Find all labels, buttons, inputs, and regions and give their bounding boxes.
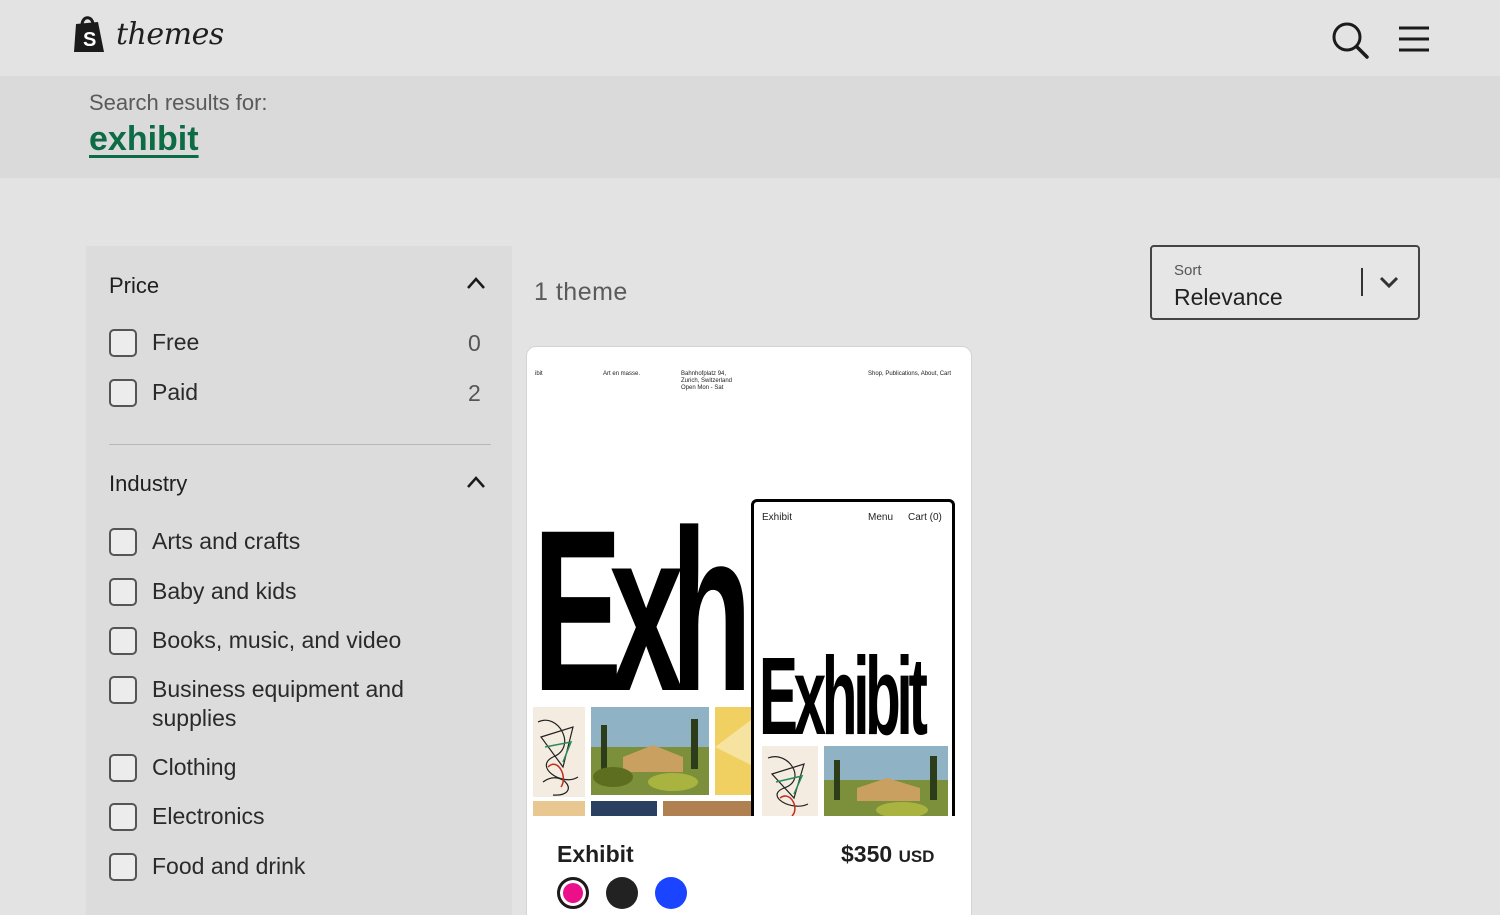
logo-text: themes (116, 16, 224, 52)
filter-option-electronics[interactable]: Electronics (109, 802, 442, 831)
filter-option-baby-and-kids[interactable]: Baby and kids (109, 577, 442, 606)
shopify-bag-icon: S (74, 16, 104, 52)
search-query-link[interactable]: exhibit (89, 120, 199, 159)
filter-option-label: Free (152, 329, 200, 355)
theme-name[interactable]: Exhibit (557, 841, 634, 868)
mobile-nav-cart: Cart (0) (908, 512, 942, 523)
price-currency: USD (898, 847, 935, 866)
industry-filter-title: Industry (109, 471, 188, 496)
filter-option-label: Business equipment and supplies (152, 676, 404, 731)
shopify-themes-logo[interactable]: S themes (72, 14, 224, 54)
menu-button[interactable] (1397, 24, 1431, 54)
filter-option-label: Electronics (152, 803, 265, 829)
filter-option-count: 0 (468, 330, 481, 356)
filter-option-business-equipment[interactable]: Business equipment and supplies (109, 675, 442, 733)
checkbox[interactable] (109, 578, 137, 606)
filter-option-arts-and-crafts[interactable]: Arts and crafts (109, 527, 442, 556)
results-count: 1 theme (534, 278, 628, 306)
preview-nav-links: Shop, Publications, About, Cart (868, 371, 952, 377)
price-filter-title: Price (109, 273, 160, 298)
svg-text:S: S (83, 29, 96, 51)
preview-big-wordmark: Exh (533, 482, 752, 739)
top-bar: S themes (0, 0, 1500, 76)
sort-separator (1361, 268, 1363, 296)
preview-nav-tagline: Art en masse. (603, 371, 641, 377)
checkbox[interactable] (109, 329, 137, 357)
filter-option-label: Books, music, and video (152, 627, 402, 653)
checkbox[interactable] (109, 627, 137, 655)
checkbox[interactable] (109, 676, 137, 704)
mobile-nav-menu: Menu (868, 512, 894, 523)
chevron-up-icon[interactable] (466, 276, 486, 290)
sort-value: Relevance (1174, 284, 1283, 310)
color-swatch-pink[interactable] (557, 877, 589, 909)
preview-nav-address: Bahnhofplatz 94, Zurich, Switzerland Ope… (681, 371, 733, 391)
mobile-artwork-strip (762, 746, 948, 816)
filter-option-label: Clothing (152, 754, 237, 780)
search-button[interactable] (1330, 20, 1370, 60)
checkbox[interactable] (109, 803, 137, 831)
filter-option-food-and-drink[interactable]: Food and drink (109, 852, 442, 881)
color-swatch-black[interactable] (606, 877, 638, 909)
color-swatch-blue[interactable] (655, 877, 687, 909)
checkbox[interactable] (109, 754, 137, 782)
filter-option-books-music-video[interactable]: Books, music, and video (109, 626, 442, 655)
chevron-down-icon (1379, 276, 1399, 289)
preview-nav-brand: ibit (535, 371, 543, 377)
mobile-nav-brand: Exhibit (762, 512, 793, 523)
filter-option-count: 2 (468, 380, 481, 406)
filter-panel: Price Free 0 Paid 2 Industry Arts and cr… (86, 246, 512, 915)
filter-option-label: Food and drink (152, 853, 306, 879)
checkbox[interactable] (109, 379, 137, 407)
theme-card-exhibit[interactable]: ibit Art en masse. Bahnhofplatz 94, Zuri… (526, 346, 972, 915)
search-results-label: Search results for: (89, 90, 268, 115)
chevron-up-icon[interactable] (466, 475, 486, 489)
search-icon (1332, 22, 1369, 59)
filter-divider (109, 444, 491, 445)
preview-mobile-frame: Exhibit Menu Cart (0) Exhibit (751, 499, 955, 816)
checkbox[interactable] (109, 528, 137, 556)
mobile-wordmark: Exhibit (759, 635, 928, 758)
filter-option-free[interactable]: Free (109, 328, 442, 357)
checkbox[interactable] (109, 853, 137, 881)
theme-preview-image[interactable]: ibit Art en masse. Bahnhofplatz 94, Zuri… (533, 361, 965, 816)
sort-label: Sort (1174, 262, 1202, 279)
filter-option-clothing[interactable]: Clothing (109, 753, 442, 782)
search-results-banner: Search results for: exhibit (0, 76, 1500, 178)
filter-option-paid[interactable]: Paid (109, 378, 442, 407)
hamburger-icon (1399, 26, 1429, 52)
filter-option-label: Baby and kids (152, 578, 297, 604)
filter-option-label: Arts and crafts (152, 528, 301, 554)
theme-price: $350 USD (841, 841, 935, 867)
sort-select[interactable]: Sort Relevance (1150, 245, 1420, 320)
filter-option-label: Paid (152, 379, 199, 405)
